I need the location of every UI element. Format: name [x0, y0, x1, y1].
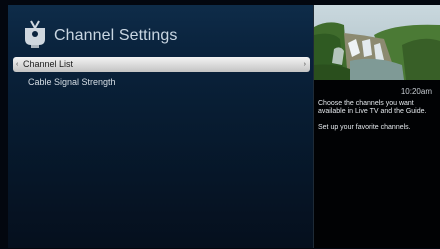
menu-item-channel-list[interactable]: ‹ Channel List › [13, 57, 310, 72]
description: Choose the channels you want available i… [318, 100, 436, 140]
menu-item-label: Cable Signal Strength [28, 77, 116, 87]
header: Channel Settings [8, 5, 313, 55]
menu-item-label: Channel List [23, 59, 74, 69]
settings-panel: Channel Settings ‹ Channel List › Cable … [8, 5, 313, 248]
tivo-screen: Channel Settings ‹ Channel List › Cable … [0, 0, 440, 249]
settings-menu: ‹ Channel List › Cable Signal Strength [8, 55, 313, 90]
waterfall-image [314, 5, 440, 80]
menu-item-cable-signal-strength[interactable]: Cable Signal Strength [8, 74, 313, 90]
description-text: Choose the channels you want available i… [318, 100, 427, 115]
side-panel: 10:20am Choose the channels you want ava… [314, 5, 440, 248]
live-tv-preview[interactable] [314, 5, 440, 80]
description-text: Set up your favorite channels. [318, 124, 411, 131]
tivo-logo-icon [25, 20, 45, 48]
clock-time: 10:20am [400, 87, 432, 96]
page-title: Channel Settings [54, 27, 178, 44]
chevron-right-icon: › [303, 61, 306, 68]
chevron-left-icon: ‹ [16, 61, 19, 68]
